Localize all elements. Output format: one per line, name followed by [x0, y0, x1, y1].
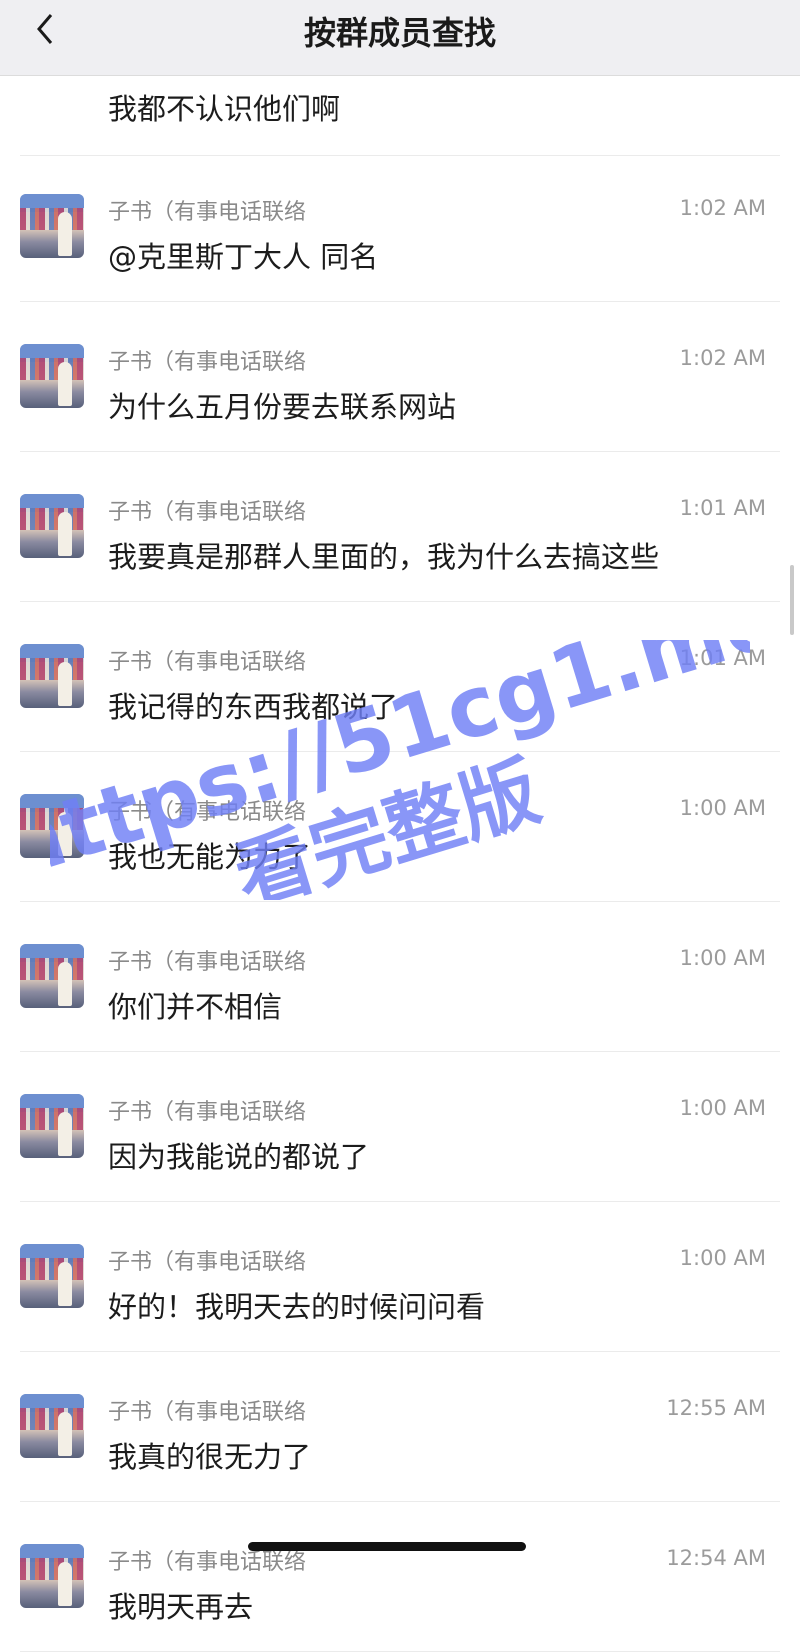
list-item[interactable]: 子书（有事电话联络 1:00 AM 好的！我明天去的时候问问看	[0, 1202, 800, 1352]
message-time: 1:02 AM	[679, 196, 766, 220]
message-text: @克里斯丁大人 同名	[108, 240, 379, 274]
avatar	[20, 1544, 84, 1608]
sender-name: 子书（有事电话联络	[108, 1100, 307, 1125]
page-title: 按群成员查找	[303, 14, 496, 52]
message-text: 我记得的东西我都说了	[108, 690, 399, 724]
sender-name: 子书（有事电话联络	[108, 350, 307, 375]
sender-name: 子书（有事电话联络	[108, 200, 307, 225]
list-item[interactable]: 子书（有事电话联络 1:00 AM 我也无能为力了	[0, 752, 800, 902]
avatar	[20, 1094, 84, 1158]
avatar	[20, 644, 84, 708]
avatar	[20, 1244, 84, 1308]
sender-name: 子书（有事电话联络	[108, 950, 307, 975]
scrollbar[interactable]	[790, 565, 794, 635]
nav-header: 按群成员查找	[0, 0, 800, 76]
home-indicator[interactable]	[248, 1542, 526, 1551]
message-text: 我也无能为力了	[108, 840, 312, 874]
sender-name: 子书（有事电话联络	[108, 1250, 307, 1275]
avatar	[20, 194, 84, 258]
sender-name: 子书（有事电话联络	[108, 500, 307, 525]
message-time: 1:00 AM	[679, 796, 766, 820]
avatar	[20, 1394, 84, 1458]
sender-name: 子书（有事电话联络	[108, 800, 307, 825]
list-item[interactable]: 子书（有事电话联络 1:00 AM 因为我能说的都说了	[0, 1052, 800, 1202]
message-time: 1:01 AM	[679, 646, 766, 670]
message-text: 因为我能说的都说了	[108, 1140, 370, 1174]
message-text: 好的！我明天去的时候问问看	[108, 1290, 486, 1324]
message-time: 12:54 AM	[666, 1546, 766, 1570]
list-item[interactable]: 子书（有事电话联络 1:01 AM 我要真是那群人里面的，我为什么去搞这些	[0, 452, 800, 602]
list-item[interactable]: 子书（有事电话联络 1:00 AM 你们并不相信	[0, 902, 800, 1052]
avatar	[20, 494, 84, 558]
message-text: 我明天再去	[108, 1590, 254, 1624]
message-text: 我都不认识他们啊	[108, 92, 341, 126]
message-time: 1:02 AM	[679, 346, 766, 370]
avatar	[20, 944, 84, 1008]
message-time: 1:00 AM	[679, 1096, 766, 1120]
list-item[interactable]: 子书（有事电话联络 1:02 AM @克里斯丁大人 同名	[0, 152, 800, 302]
message-time: 1:00 AM	[679, 1246, 766, 1270]
sender-name: 子书（有事电话联络	[108, 650, 307, 675]
sender-name: 子书（有事电话联络	[108, 1400, 307, 1425]
message-text: 为什么五月份要去联系网站	[108, 390, 457, 424]
message-text: 我要真是那群人里面的，我为什么去搞这些	[108, 540, 660, 574]
message-time: 12:55 AM	[666, 1396, 766, 1420]
avatar	[20, 794, 84, 858]
message-text: 你们并不相信	[108, 990, 283, 1024]
list-item[interactable]: 子书（有事电话联络 12:54 AM 我明天再去	[0, 1502, 800, 1652]
list-item[interactable]: 子书（有事电话联络 1:01 AM 我记得的东西我都说了	[0, 602, 800, 752]
list-item[interactable]: 子书（有事电话联络 12:55 AM 我真的很无力了	[0, 1352, 800, 1502]
message-text: 我真的很无力了	[108, 1440, 312, 1474]
list-item[interactable]: 子书（有事电话联络 1:02 AM 为什么五月份要去联系网站	[0, 302, 800, 452]
message-time: 1:01 AM	[679, 496, 766, 520]
message-time: 1:00 AM	[679, 946, 766, 970]
avatar	[20, 344, 84, 408]
